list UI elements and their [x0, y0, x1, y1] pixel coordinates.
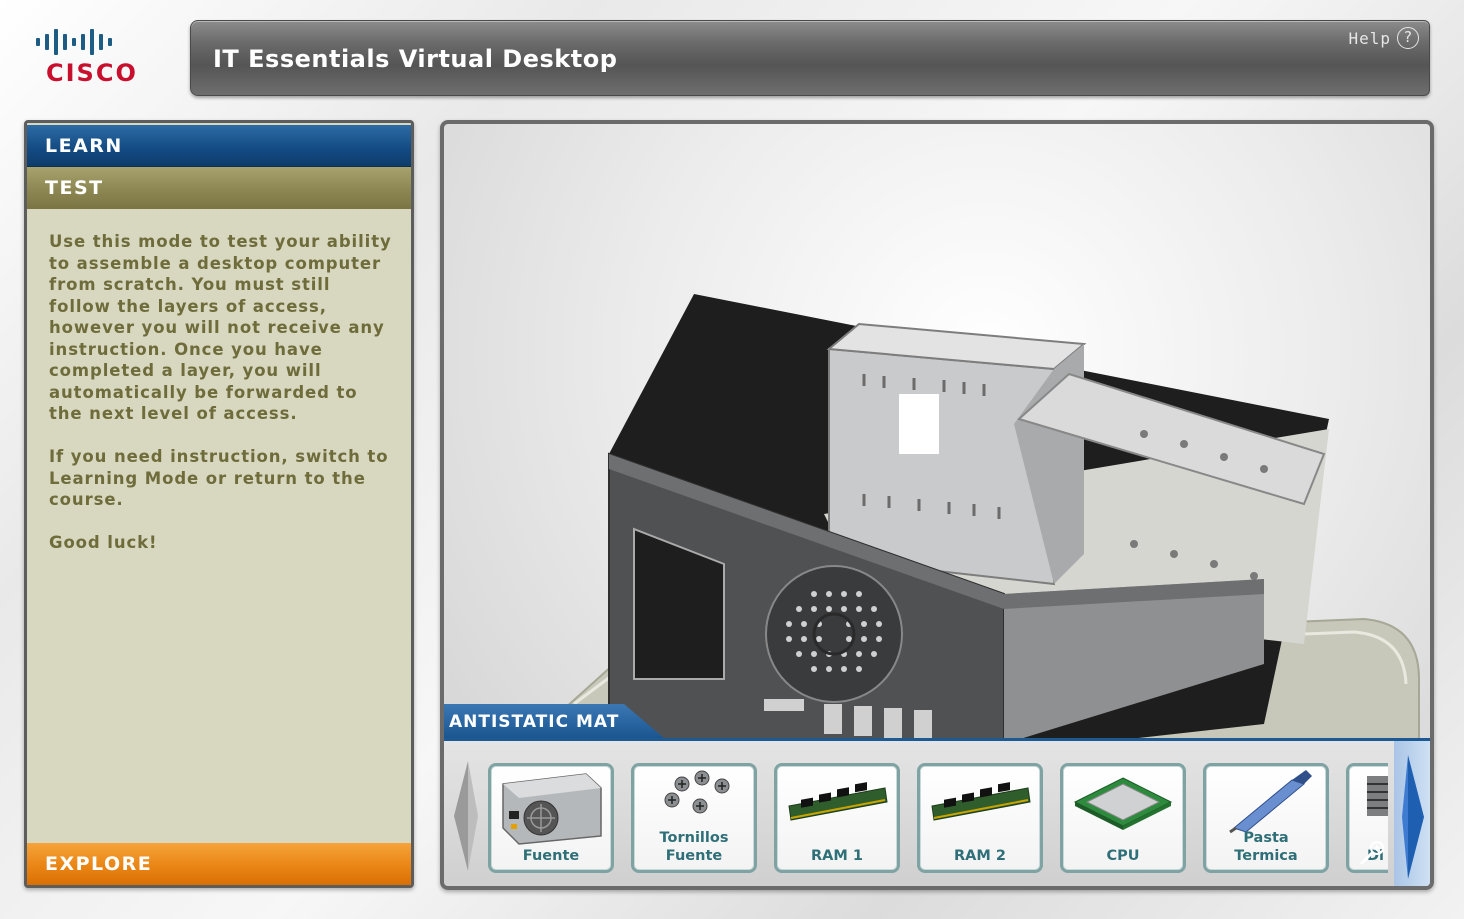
fan-grill — [765, 565, 903, 703]
cpu-icon — [1073, 777, 1173, 830]
power-supply-icon — [502, 773, 602, 845]
description-paragraph: Good luck! — [49, 533, 158, 552]
mode-panel: LEARN TEST Use this mode to test your ab… — [24, 120, 414, 888]
cisco-logo-text: CISCO — [46, 59, 138, 87]
mode-description: Use this mode to test your ability to as… — [49, 231, 395, 575]
tab-learn-label: LEARN — [45, 135, 123, 157]
thermal-paste-icon — [1229, 770, 1312, 834]
component-disipador[interactable]: Di — [1346, 763, 1388, 873]
zoom-icon[interactable] — [1357, 838, 1387, 868]
component-label: Fuente — [522, 848, 580, 864]
app-header: IT Essentials Virtual Desktop Help ? — [190, 20, 1430, 96]
heatsink-icon — [1367, 776, 1388, 816]
cisco-logo: CISCO — [36, 28, 156, 90]
tab-explore[interactable]: EXPLORE — [27, 843, 411, 885]
component-label: Tornillos Fuente — [659, 830, 729, 864]
component-tray: Fuente Tornillos Fuente RAM 1 RAM 2 CPU … — [444, 738, 1430, 886]
component-label: CPU — [1106, 848, 1140, 864]
description-paragraph: Use this mode to test your ability to as… — [49, 232, 392, 423]
component-ram-1[interactable]: RAM 1 — [774, 763, 900, 873]
tab-test[interactable]: TEST — [27, 167, 411, 209]
app-title: IT Essentials Virtual Desktop — [213, 45, 618, 73]
component-ram-2[interactable]: RAM 2 — [917, 763, 1043, 873]
component-tornillos-fuente[interactable]: Tornillos Fuente — [631, 763, 757, 873]
scroll-right-arrow-icon[interactable] — [1394, 741, 1430, 886]
help-label: Help — [1348, 28, 1391, 48]
help-icon: ? — [1397, 27, 1419, 49]
ram-icon — [931, 782, 1031, 821]
component-pasta-termica[interactable]: Pasta Termica — [1203, 763, 1329, 873]
tab-test-label: TEST — [45, 177, 104, 199]
help-button[interactable]: Help ? — [1348, 27, 1419, 49]
3d-viewport[interactable]: ANTISTATIC MAT Fuente Tornillos Fuente R… — [440, 120, 1434, 890]
component-fuente[interactable]: Fuente — [488, 763, 614, 873]
component-label: Pasta Termica — [1234, 830, 1298, 864]
tab-learn[interactable]: LEARN — [27, 125, 411, 167]
component-cpu[interactable]: CPU — [1060, 763, 1186, 873]
computer-case-scene[interactable] — [444, 124, 1430, 744]
description-paragraph: If you need instruction, switch to Learn… — [49, 447, 389, 509]
component-label: RAM 2 — [954, 848, 1006, 864]
screws-icon — [664, 770, 730, 814]
component-label: RAM 1 — [811, 848, 863, 864]
scroll-left-arrow-icon[interactable] — [448, 751, 488, 881]
ram-icon — [788, 782, 888, 821]
cisco-logo-bars-icon — [36, 28, 156, 56]
tab-explore-label: EXPLORE — [45, 853, 153, 875]
component-list: Fuente Tornillos Fuente RAM 1 RAM 2 CPU … — [488, 763, 1388, 875]
